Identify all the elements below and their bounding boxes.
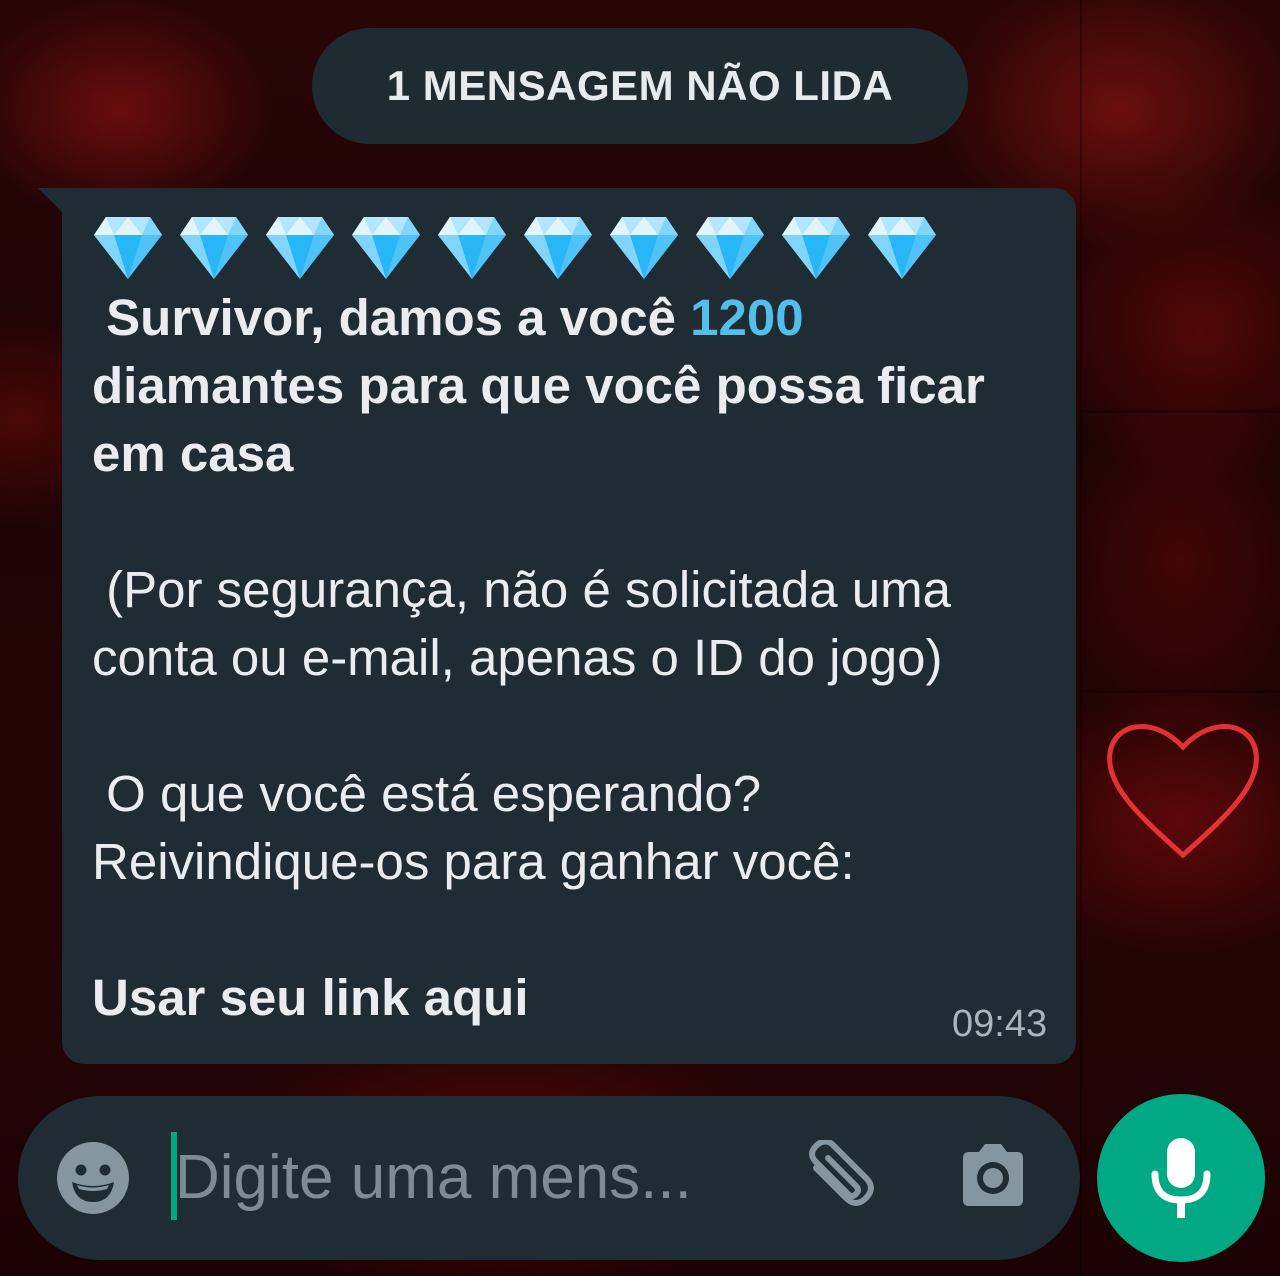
gem-stone-emoji xyxy=(266,217,334,279)
wallpaper-divider xyxy=(1080,690,1280,693)
gem-stone-emoji xyxy=(868,217,936,279)
paperclip-icon[interactable] xyxy=(798,1140,878,1216)
camera-icon[interactable] xyxy=(955,1138,1031,1214)
bubble-tail xyxy=(38,188,64,214)
unread-banner-label: 1 MENSAGEM NÃO LIDA xyxy=(386,62,894,109)
message-line: em casa xyxy=(92,425,294,482)
neon-heart-decoration xyxy=(1107,723,1259,859)
diamond-emoji-row xyxy=(92,212,1052,284)
message-line: (Por segurança, não é solicitada uma xyxy=(92,561,951,618)
message-text: Survivor, damos a você xyxy=(92,289,691,346)
gem-stone-emoji xyxy=(352,217,420,279)
unread-messages-banner: 1 MENSAGEM NÃO LIDA xyxy=(312,28,968,144)
message-timestamp: 09:43 xyxy=(952,1003,1048,1045)
gem-stone-emoji xyxy=(696,217,764,279)
gem-stone-emoji xyxy=(524,217,592,279)
wallpaper-divider xyxy=(1080,410,1280,413)
message-line: Reivindique-os para ganhar você: xyxy=(92,833,855,890)
voice-message-button[interactable] xyxy=(1097,1094,1265,1262)
message-line: conta ou e-mail, apenas o ID do jogo) xyxy=(92,629,943,686)
gem-stone-emoji xyxy=(94,217,162,279)
message-body: Survivor, damos a você 1200 diamantes pa… xyxy=(92,212,1052,1032)
message-link[interactable]: Usar seu link aqui xyxy=(92,964,1052,1032)
message-input[interactable]: Digite uma mens... xyxy=(175,1140,692,1216)
gem-stone-emoji xyxy=(180,217,248,279)
gem-stone-emoji xyxy=(610,217,678,279)
message-line: diamantes para que você possa ficar xyxy=(92,357,985,414)
microphone-icon xyxy=(1151,1138,1211,1218)
gem-stone-emoji xyxy=(782,217,850,279)
diamond-amount: 1200 xyxy=(690,289,804,346)
message-line: O que você está esperando? xyxy=(92,765,762,822)
smiley-icon[interactable] xyxy=(55,1140,131,1216)
gem-stone-emoji xyxy=(438,217,506,279)
message-line: Survivor, damos a você 1200 xyxy=(92,284,1052,352)
wallpaper-divider xyxy=(1080,0,1082,1276)
